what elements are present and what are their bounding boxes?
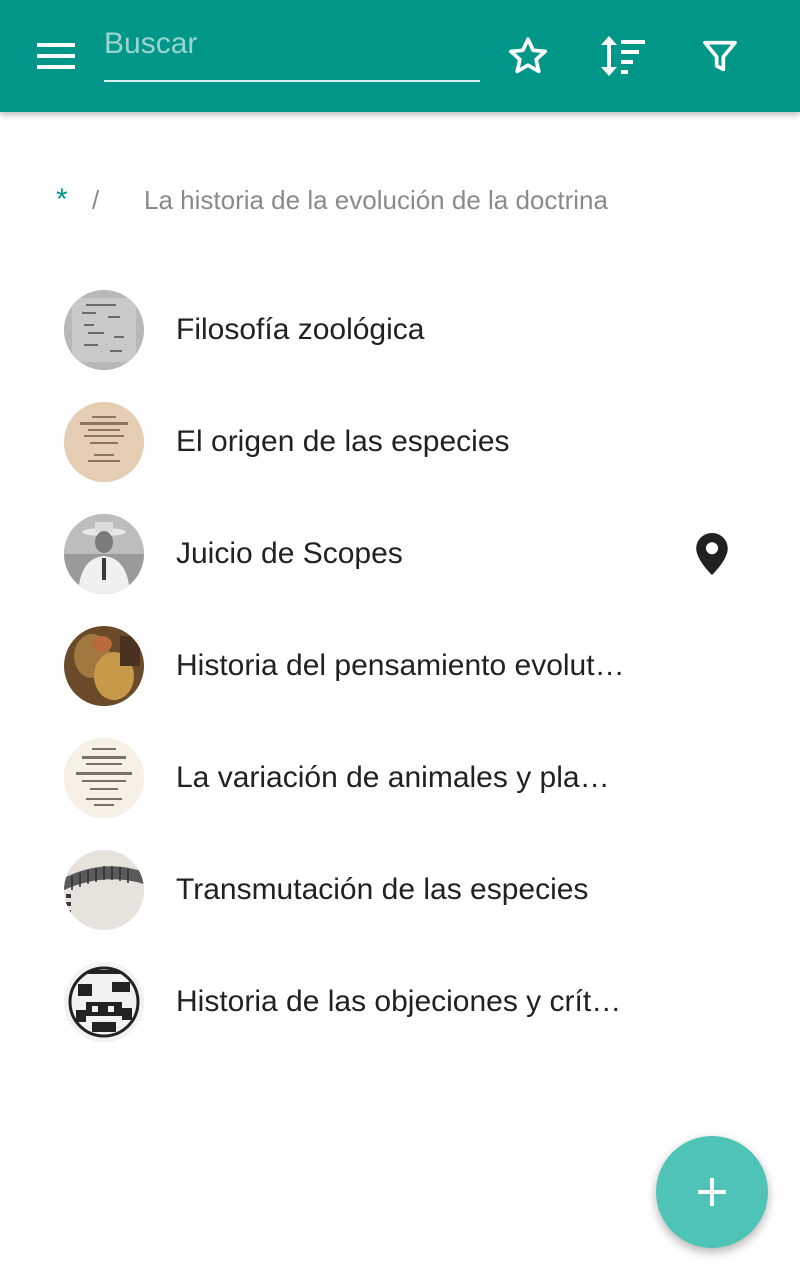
item-thumbnail: [64, 290, 144, 370]
plus-icon: [698, 1178, 726, 1206]
sort-button[interactable]: [597, 30, 649, 82]
map-pin-icon: [696, 533, 728, 575]
add-button[interactable]: [656, 1136, 768, 1248]
menu-button[interactable]: [26, 34, 86, 78]
item-thumbnail: [64, 738, 144, 818]
filter-button[interactable]: [694, 30, 746, 82]
list-item[interactable]: Transmutación de las especies: [0, 834, 800, 946]
item-title: El origen de las especies: [176, 425, 510, 458]
item-title: Historia del pensamiento evolutivo: [176, 649, 626, 682]
item-title: Juicio de Scopes: [176, 537, 403, 570]
item-title: Historia de las objeciones y críticas: [176, 985, 626, 1018]
sort-icon: [601, 36, 645, 76]
item-thumbnail: [64, 626, 144, 706]
favorites-button[interactable]: [502, 30, 554, 82]
star-outline-icon: [508, 37, 548, 74]
list-item[interactable]: Historia del pensamiento evolutivo: [0, 610, 800, 722]
item-list: Filosofía zoológica El origen de las esp…: [0, 274, 800, 1058]
item-thumbnail: [64, 514, 144, 594]
search-bar: [104, 22, 480, 82]
search-input[interactable]: [104, 22, 480, 80]
list-item[interactable]: Filosofía zoológica: [0, 274, 800, 386]
item-thumbnail: [64, 962, 144, 1042]
item-title: Filosofía zoológica: [176, 313, 425, 346]
breadcrumb: * / La historia de la evolución de la do…: [56, 178, 608, 222]
item-title: Transmutación de las especies: [176, 873, 589, 906]
breadcrumb-current: La historia de la evolución de la doctri…: [144, 184, 608, 215]
list-item[interactable]: El origen de las especies: [0, 386, 800, 498]
location-button[interactable]: [690, 532, 734, 576]
list-item[interactable]: La variación de animales y plantas: [0, 722, 800, 834]
filter-icon: [703, 40, 737, 72]
list-item[interactable]: Historia de las objeciones y críticas: [0, 946, 800, 1058]
breadcrumb-separator: /: [92, 184, 100, 215]
list-item[interactable]: Juicio de Scopes: [0, 498, 800, 610]
hamburger-menu-icon: [37, 43, 75, 69]
item-title: La variación de animales y plantas: [176, 761, 626, 794]
app-bar: [0, 0, 800, 112]
item-thumbnail: [64, 402, 144, 482]
breadcrumb-root[interactable]: *: [56, 183, 84, 217]
item-thumbnail: [64, 850, 144, 930]
